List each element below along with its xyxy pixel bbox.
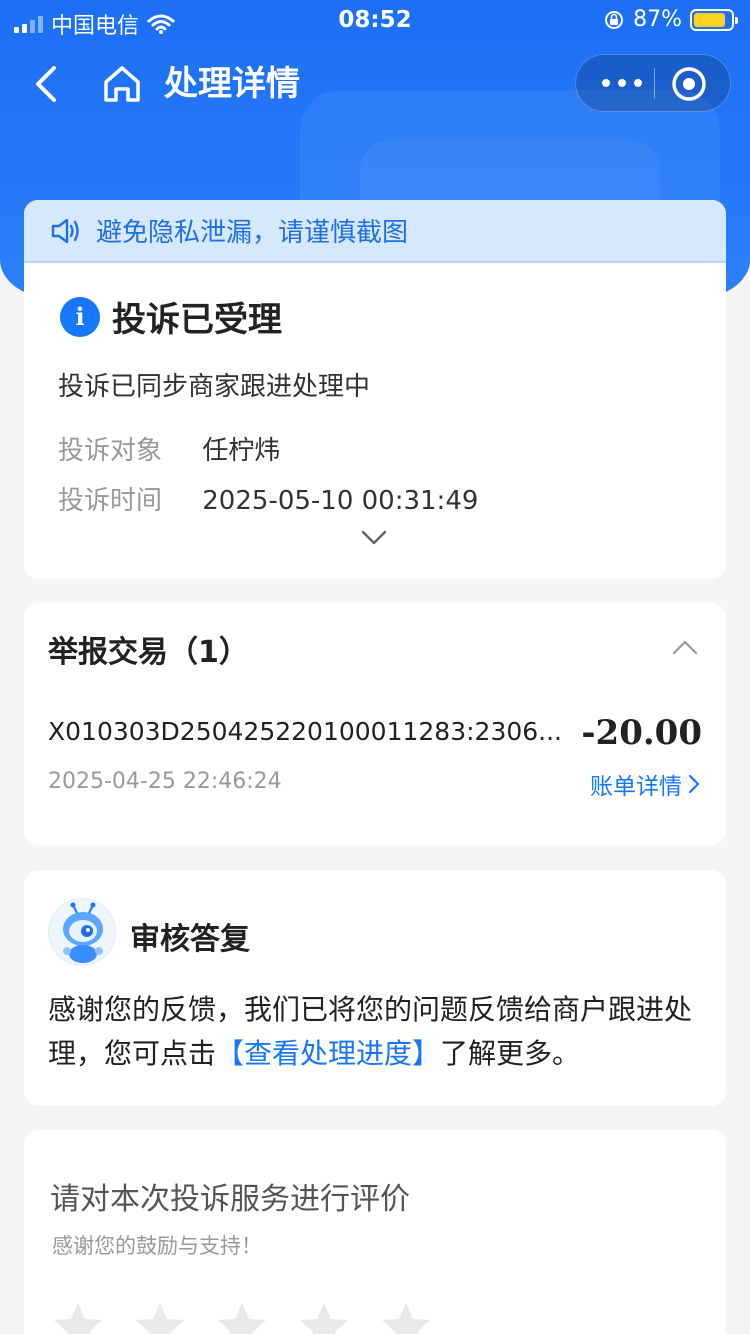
- star-icon[interactable]: [378, 1300, 434, 1334]
- transactions-title: 举报交易（1）: [48, 635, 249, 670]
- star-icon[interactable]: [132, 1300, 188, 1334]
- transaction-amount: -20.00: [581, 713, 702, 753]
- star-icon[interactable]: [296, 1300, 352, 1334]
- battery-level: [694, 12, 726, 27]
- view-progress-link[interactable]: 【查看处理进度】: [216, 1037, 440, 1070]
- review-reply-card: 审核答复 感谢您的反馈，我们已将您的问题反馈给商户跟进处理，您可点击【查看处理进…: [24, 870, 726, 1106]
- review-body: 感谢您的反馈，我们已将您的问题反馈给商户跟进处理，您可点击【查看处理进度】了解更…: [48, 988, 704, 1076]
- bill-detail-link[interactable]: 账单详情: [590, 767, 700, 801]
- capsule-divider: [654, 68, 655, 98]
- rating-stars: [50, 1300, 434, 1334]
- status-row: i 投诉已受理: [60, 292, 282, 341]
- assistant-avatar: [48, 898, 116, 966]
- battery-icon: [690, 8, 738, 31]
- status-bar: 中国电信 08:52 87%: [0, 0, 750, 40]
- complaint-target-value: 任柠炜: [202, 436, 281, 466]
- robot-mascot-icon: [63, 902, 103, 963]
- star-icon[interactable]: [50, 1300, 106, 1334]
- status-description: 投诉已同步商家跟进处理中: [58, 372, 371, 402]
- review-text-tail: 了解更多。: [440, 1037, 581, 1070]
- complaint-status-card: 避免隐私泄漏，请谨慎截图 i 投诉已受理 投诉已同步商家跟进处理中 投诉对象 任…: [24, 200, 726, 579]
- page-title: 处理详情: [164, 64, 300, 104]
- reported-transactions-card: 举报交易（1） X010303D250425220100011283:2306.…: [24, 603, 726, 845]
- info-icon: i: [60, 296, 100, 337]
- transaction-id: X010303D250425220100011283:2306...: [48, 717, 563, 746]
- complaint-time-row: 投诉时间 2025-05-10 00:31:49: [58, 480, 478, 517]
- back-icon[interactable]: [28, 62, 68, 106]
- speaker-icon: [51, 218, 79, 243]
- privacy-notice-text: 避免隐私泄漏，请谨慎截图: [96, 218, 409, 248]
- chevron-down-icon[interactable]: [359, 526, 389, 550]
- status-title: 投诉已受理: [112, 300, 282, 340]
- battery-percent: 87%: [633, 7, 682, 32]
- miniapp-capsule: [575, 54, 731, 112]
- more-icon[interactable]: [596, 55, 648, 111]
- status-bar-right: 87%: [603, 7, 738, 32]
- chevron-up-icon[interactable]: [670, 637, 700, 657]
- chevron-right-icon: [688, 774, 700, 794]
- privacy-notice: 避免隐私泄漏，请谨慎截图: [24, 200, 726, 263]
- complaint-target-row: 投诉对象 任柠炜: [58, 430, 280, 467]
- rating-title: 请对本次投诉服务进行评价: [50, 1182, 410, 1217]
- home-icon[interactable]: [100, 62, 144, 106]
- rating-subtitle: 感谢您的鼓励与支持！: [52, 1234, 262, 1258]
- bill-detail-label: 账单详情: [590, 774, 682, 800]
- star-icon[interactable]: [214, 1300, 270, 1334]
- complaint-time-label: 投诉时间: [58, 486, 163, 516]
- transaction-date: 2025-04-25 22:46:24: [48, 769, 282, 794]
- close-miniapp-icon[interactable]: [670, 65, 708, 103]
- navigation-bar: 处理详情: [0, 48, 750, 120]
- review-title: 审核答复: [130, 922, 250, 957]
- rating-card: 请对本次投诉服务进行评价 感谢您的鼓励与支持！: [24, 1130, 726, 1334]
- rotation-lock-icon: [605, 10, 624, 29]
- complaint-time-value: 2025-05-10 00:31:49: [202, 486, 479, 516]
- complaint-target-label: 投诉对象: [58, 436, 163, 466]
